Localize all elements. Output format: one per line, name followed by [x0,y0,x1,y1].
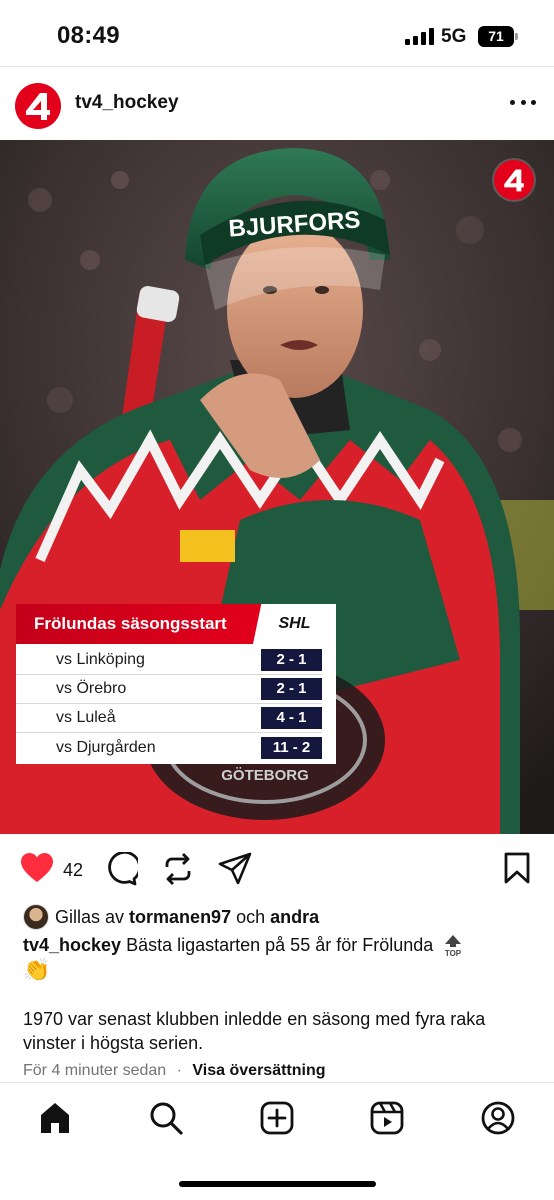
opponent: vs Djurgården [56,738,156,756]
post-header: tv4_hockey [0,70,554,138]
network-type: 5G [441,26,467,47]
caption-body: 1970 var senast klubben inledde en säson… [23,1009,486,1053]
status-time: 08:49 [57,22,120,49]
home-icon[interactable] [38,1101,72,1135]
liked-by[interactable]: Gillas av tormanen97 och andra [23,903,319,931]
header-divider [0,66,554,67]
tv4-logo-icon [504,169,524,192]
status-bar: 08:49 5G 71 [0,0,554,66]
results-header: Frölundas säsongsstart SHL [16,604,336,644]
post-caption: tv4_hockey Bästa ligastarten på 55 år fö… [23,932,523,958]
reels-icon[interactable] [370,1101,404,1135]
opponent: vs Luleå [56,709,116,726]
post-timestamp: För 4 minuter sedan [23,1062,167,1079]
share-icon[interactable] [218,852,252,886]
svg-text:GÖTEBORG: GÖTEBORG [221,767,309,784]
shl-logo: SHL [253,604,336,644]
result-row: vs Linköping 2 - 1 [16,646,322,675]
opponent: vs Linköping [56,651,145,668]
heart-icon[interactable] [20,852,54,884]
battery-icon: 71 [478,26,518,47]
post-meta: För 4 minuter sedan · Visa översättning [23,1062,326,1080]
bookmark-icon[interactable] [503,852,531,884]
signal-icon [405,28,434,45]
liked-by-others[interactable]: andra [270,907,319,928]
likes-count[interactable]: 42 [63,860,83,881]
liked-by-connector: och [236,906,266,927]
liked-by-prefix: Gillas av [55,906,125,927]
score-badge: 2 - 1 [261,678,322,700]
top-arrow-emoji-icon: TOP [445,935,462,958]
score-badge: 11 - 2 [261,736,322,759]
score-badge: 2 - 1 [261,649,322,671]
tv4-logo-icon [26,93,50,120]
repost-icon[interactable] [162,852,194,886]
home-indicator[interactable] [179,1181,376,1187]
post-image[interactable]: GÖTEBORG BJURFORS Frölundas säsongsstart… [0,140,554,834]
season-start-results: Frölundas säsongsstart SHL vs Linköping … [16,604,336,764]
meta-separator: · [176,1062,182,1079]
result-row: vs Djurgården 11 - 2 [16,733,322,762]
result-row: vs Luleå 4 - 1 [16,704,322,733]
results-title: Frölundas säsongsstart [16,604,271,644]
caption-username[interactable]: tv4_hockey [23,935,121,955]
tv4-watermark-logo [494,160,534,200]
opponent: vs Örebro [56,680,127,697]
results-table: vs Linköping 2 - 1 vs Örebro 2 - 1 vs Lu… [16,644,336,764]
score-badge: 4 - 1 [261,707,322,729]
comment-icon[interactable] [104,852,138,886]
more-icon[interactable] [510,100,536,108]
battery-level: 71 [488,28,504,44]
create-icon[interactable] [260,1101,294,1135]
liker-avatar[interactable] [23,904,49,930]
translate-link[interactable]: Visa översättning [192,1062,325,1079]
result-row: vs Örebro 2 - 1 [16,675,322,704]
profile-icon[interactable] [481,1101,515,1135]
post-actions: 42 [0,848,554,890]
search-icon[interactable] [149,1101,183,1135]
caption-text: Bästa ligastarten på 55 år för Frölunda [126,935,434,955]
top-emoji-label: TOP [445,949,462,958]
post-username[interactable]: tv4_hockey [75,92,179,114]
account-avatar[interactable] [15,83,61,129]
clapping-hands-emoji-icon: 👏 [23,957,51,982]
liker-username[interactable]: tormanen97 [129,907,231,928]
